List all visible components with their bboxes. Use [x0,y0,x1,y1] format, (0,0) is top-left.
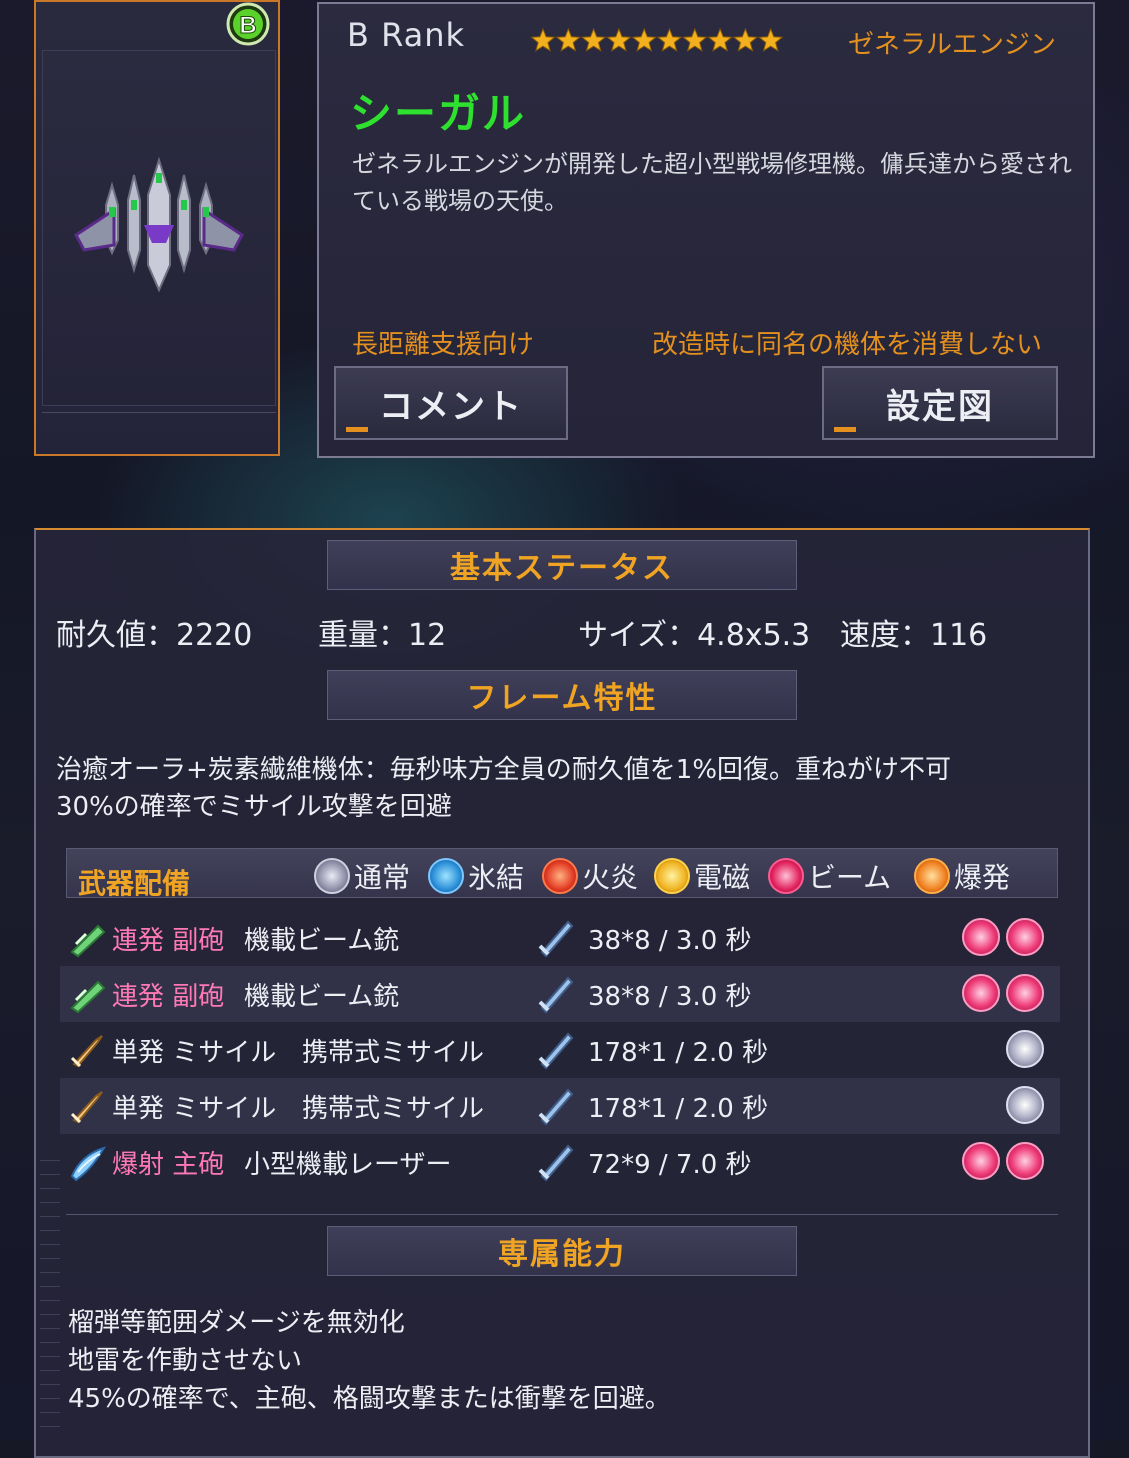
weapon-damage: 178*1 / 2.0 秒 [588,1094,769,1124]
frame-line-2: 30%の確率でミサイル攻撃を回避 [56,792,452,822]
weapon-type: 連発 副砲 [112,926,225,956]
manufacturer-label: ゼネラルエンジン [848,30,1057,60]
ability-description: 榴弾等範囲ダメージを無効化 地雷を作動させない 45%の確率で、主砲、格闘攻撃ま… [68,1304,671,1418]
upgrade-note: 改造時に同名の機体を消費しない [652,330,1043,360]
rapid-cannon-icon [70,980,106,1014]
star-rating [530,27,784,52]
beam-element-icon [1006,1142,1044,1180]
element-beam: ビーム [768,856,891,896]
comment-button-label: コメント [379,386,523,427]
ability-line-2: 地雷を作動させない [68,1346,303,1376]
comment-button[interactable]: コメント [334,366,568,440]
weapon-type: 単発 ミサイル [112,1038,277,1068]
weapon-damage: 178*1 / 2.0 秒 [588,1038,769,1068]
ability-title: 専属能力 [498,1237,626,1272]
weapon-name: 機載ビーム銃 [244,926,400,956]
weapon-damage: 38*8 / 3.0 秒 [588,926,752,956]
missile-icon [70,1091,103,1124]
weapon-damage: 38*8 / 3.0 秒 [588,982,752,1012]
ship-icon [74,156,244,293]
durability-stat: 耐久値：2220 [56,618,253,653]
basic-status-title: 基本ステータス [450,551,674,586]
frame-header: フレーム特性 [327,670,797,720]
beam-element-icon [1006,918,1044,956]
normal-element-icon [1006,1030,1044,1068]
electric-element-icon [654,858,690,894]
basic-status-header: 基本ステータス [327,540,797,590]
sword-icon [538,1088,574,1126]
beam-element-icon [962,918,1000,956]
weapon-name: 機載ビーム銃 [244,982,400,1012]
rank-badge-icon: B [226,2,270,46]
sword-icon [538,976,574,1014]
design-button[interactable]: 設定図 [822,366,1058,440]
unit-name: シーガル [350,89,527,138]
fire-element-icon [542,858,578,894]
normal-element-icon [1006,1086,1044,1124]
star-icon [656,27,683,52]
ability-line-1: 榴弾等範囲ダメージを無効化 [68,1308,405,1338]
star-icon [732,27,759,52]
role-tag: 長距離支援向け [352,330,535,360]
element-ice-label: 氷結 [468,861,525,894]
beam-element-icon [962,1142,1000,1180]
element-ice: 氷結 [428,856,524,896]
card-divider [42,412,276,413]
weapon-damage: 72*9 / 7.0 秒 [588,1150,752,1180]
element-electric: 電磁 [654,856,750,896]
weight-stat: 重量：12 [318,618,447,653]
button-accent [346,427,368,432]
weapon-name: 携帯式ミサイル [302,1094,485,1124]
sword-icon [538,1144,574,1182]
sword-icon [538,1032,574,1070]
section-divider [66,1214,1058,1215]
burst-element-icon [914,858,950,894]
element-normal-label: 通常 [354,861,411,894]
ability-line-3: 45%の確率で、主砲、格闘攻撃または衝撃を回避。 [68,1384,671,1414]
star-icon [530,27,556,52]
element-fire-label: 火炎 [582,861,639,894]
weapon-name: 携帯式ミサイル [302,1038,485,1068]
weapon-header-title: 武器配備 [78,867,191,900]
weapon-type: 連発 副砲 [112,982,225,1012]
weapon-name: 小型機載レーザー [244,1150,452,1180]
size-stat: サイズ：4.8x5.3 [578,618,811,653]
rapid-cannon-icon [70,924,106,958]
design-button-label: 設定図 [886,386,994,427]
missile-icon [70,1035,103,1068]
rank-badge-letter: B [239,12,256,39]
beam-element-icon [962,974,1000,1012]
star-icon [580,27,607,52]
beam-element-icon [1006,974,1044,1012]
side-scale-decoration [40,1160,60,1440]
element-burst-label: 爆発 [954,861,1011,894]
speed-stat: 速度：116 [840,618,988,653]
ice-element-icon [428,858,464,894]
beam-element-icon [768,858,804,894]
star-icon [707,27,733,52]
laser-icon [70,1146,107,1182]
sword-icon [538,920,574,958]
star-icon [606,27,632,52]
element-fire: 火炎 [542,856,638,896]
button-accent [834,427,856,432]
normal-element-icon [314,858,350,894]
weapon-type: 爆射 主砲 [112,1150,225,1180]
frame-line-1: 治癒オーラ+炭素繊維機体：毎秒味方全員の耐久値を1%回復。重ねがけ不可 [56,755,952,785]
element-normal: 通常 [314,856,410,896]
star-icon [555,27,582,52]
element-electric-label: 電磁 [694,861,751,894]
star-icon [631,27,657,52]
star-icon [682,27,708,52]
ability-header: 専属能力 [327,1226,797,1276]
frame-title: フレーム特性 [466,681,658,716]
star-icon [757,27,784,52]
weapon-type: 単発 ミサイル [112,1094,277,1124]
element-burst: 爆発 [914,856,1010,896]
frame-description: 治癒オーラ+炭素繊維機体：毎秒味方全員の耐久値を1%回復。重ねがけ不可 30%の… [56,752,1056,826]
rank-label: B Rank [347,16,466,54]
element-beam-label: ビーム [808,861,892,894]
unit-description: ゼネラルエンジンが開発した超小型戦場修理機。傭兵達から愛されている戦場の天使。 [352,150,1072,215]
